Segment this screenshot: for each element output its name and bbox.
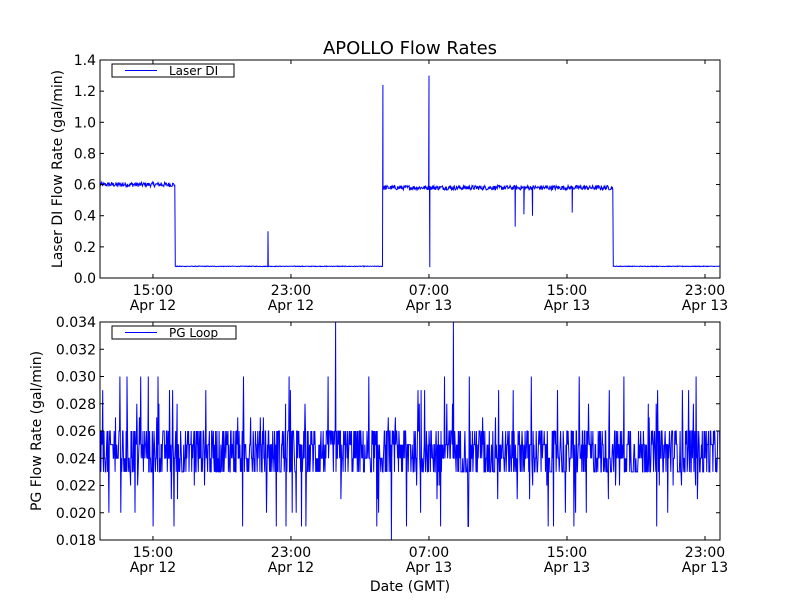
y-tick-label: 0.020: [56, 506, 96, 522]
x-tick-date: Apr 12: [130, 298, 176, 314]
y-axis-label-top: Laser DI Flow Rate (gal/min): [50, 70, 66, 268]
y-tick-label: 0.0: [74, 271, 96, 287]
axes-frame: [99, 59, 721, 279]
x-tick-time: 07:00: [409, 545, 449, 561]
x-tick-date: Apr 13: [682, 298, 728, 314]
x-tick-time: 23:00: [271, 545, 311, 561]
x-tick-date: Apr 13: [544, 298, 590, 314]
y-tick-label: 1.4: [74, 53, 96, 69]
y-tick-label: 0.022: [56, 479, 96, 495]
y-tick-label: 0.6: [74, 178, 96, 194]
laser-di-plot: 0.00.20.40.60.81.01.21.415:00Apr 1223:00…: [74, 53, 728, 314]
chart-figure: APOLLO Flow Rates Laser DI Flow Rate (ga…: [0, 0, 800, 600]
y-tick-label: 0.8: [74, 146, 96, 162]
x-tick-date: Apr 12: [268, 560, 314, 576]
y-tick-label: 0.024: [56, 451, 96, 467]
x-tick-time: 23:00: [271, 283, 311, 299]
x-tick-date: Apr 13: [406, 560, 452, 576]
x-tick-time: 15:00: [547, 545, 587, 561]
x-tick-date: Apr 12: [268, 298, 314, 314]
x-tick-date: Apr 12: [130, 560, 176, 576]
x-tick-time: 15:00: [133, 283, 173, 299]
x-tick-date: Apr 13: [682, 560, 728, 576]
legend-label: Laser DI: [169, 64, 218, 78]
y-tick-label: 0.2: [74, 240, 96, 256]
y-tick-label: 0.028: [56, 397, 96, 413]
x-tick-time: 23:00: [685, 545, 725, 561]
y-tick-label: 0.4: [74, 209, 96, 225]
x-tick-date: Apr 13: [544, 560, 590, 576]
y-axis-label-bottom: PG Flow Rate (gal/min): [29, 351, 45, 511]
x-tick-time: 15:00: [133, 545, 173, 561]
series-line-laser-di: [100, 75, 720, 268]
pg-loop-plot: 0.018 0.020 0.022 0.024 0.026 0.028 0.030 0.032…: [56, 315, 728, 576]
y-tick-label: 0.032: [56, 342, 96, 358]
series-line-pg-loop: [100, 322, 720, 540]
chart-title: APOLLO Flow Rates: [323, 38, 497, 59]
y-tick-label: 1.2: [74, 84, 96, 100]
x-tick-time: 15:00: [547, 283, 587, 299]
x-tick-date: Apr 13: [406, 298, 452, 314]
y-tick-label: 0.030: [56, 370, 96, 386]
x-axis-label: Date (GMT): [370, 579, 450, 595]
y-tick-label: 0.018: [56, 533, 96, 549]
y-tick-label: 0.034: [56, 315, 96, 331]
axes-frame: [99, 321, 721, 541]
y-tick-label: 0.026: [56, 424, 96, 440]
chart-canvas: APOLLO Flow Rates Laser DI Flow Rate (ga…: [29, 38, 728, 595]
y-tick-label: 1.0: [74, 115, 96, 131]
x-tick-time: 23:00: [685, 283, 725, 299]
legend-label: PG Loop: [169, 326, 218, 340]
x-tick-time: 07:00: [409, 283, 449, 299]
